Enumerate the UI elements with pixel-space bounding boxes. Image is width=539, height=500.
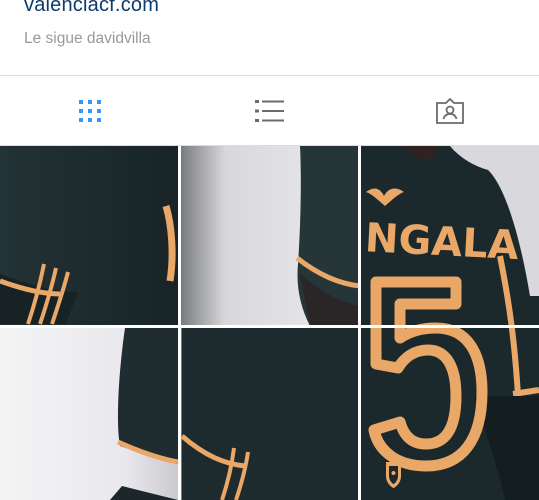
list-icon [254, 100, 284, 122]
tab-list[interactable] [180, 76, 359, 146]
profile-tab-bar [0, 75, 539, 146]
photo-grid: NGALA [0, 146, 539, 500]
profile-header: valenciacf.com Le sigue davidvilla [0, 0, 539, 75]
photo-tile[interactable] [181, 146, 358, 325]
photo-tile[interactable] [361, 146, 539, 325]
grid-icon [78, 100, 101, 122]
tab-tagged[interactable] [360, 76, 539, 146]
website-link[interactable]: valenciacf.com [24, 0, 159, 17]
photo-tile[interactable] [0, 328, 178, 500]
tagged-photos-icon [435, 97, 464, 124]
photo-tile[interactable] [361, 328, 539, 500]
tab-grid[interactable] [0, 76, 179, 146]
photo-tile[interactable] [0, 146, 178, 325]
followed-by-text: Le sigue davidvilla [24, 30, 151, 47]
photo-tile[interactable] [181, 328, 358, 500]
